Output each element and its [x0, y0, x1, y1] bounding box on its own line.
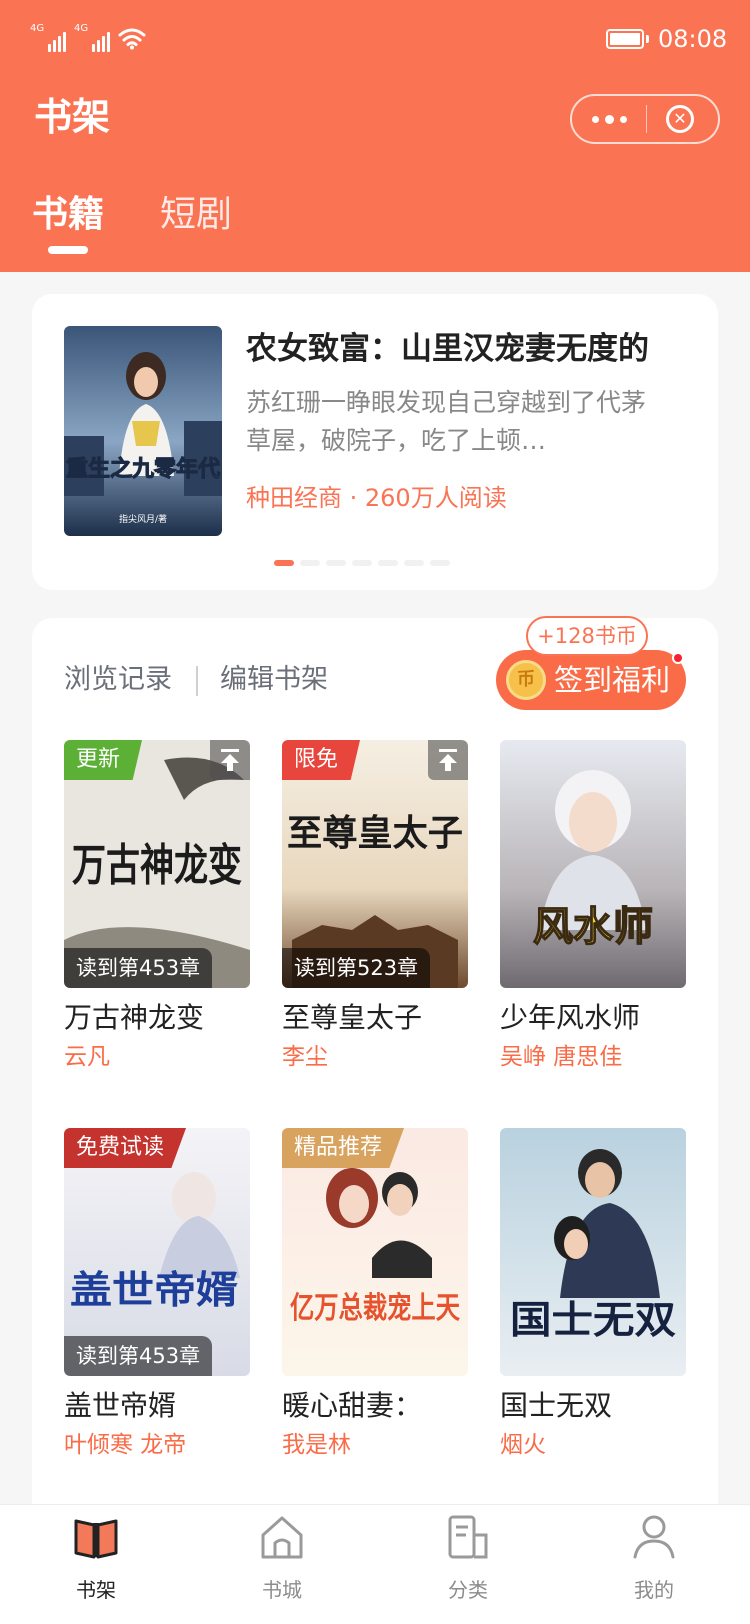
reading-progress: 读到第453章	[64, 948, 213, 988]
tabbar-item-bookstore[interactable]: 书城	[222, 1505, 342, 1624]
cover-text: 盖世帝婿	[70, 1267, 238, 1312]
book-author: 叶倾寒 龙帝	[64, 1432, 187, 1458]
category-icon	[448, 1515, 488, 1559]
network-type-label: 4G	[74, 23, 89, 34]
capsule-divider	[646, 105, 647, 133]
battery-icon	[606, 29, 644, 49]
pagination-dot	[300, 560, 320, 566]
tabbar-item-bookshelf[interactable]: 书架	[36, 1505, 156, 1624]
tabbar-item-category[interactable]: 分类	[408, 1505, 528, 1624]
reading-progress: 读到第453章	[64, 1336, 213, 1376]
banner-cover-author: 指尖风月/著	[119, 513, 167, 525]
tabbar-label: 分类	[448, 1578, 488, 1602]
book-cover[interactable]: 万古神龙变 更新 读到第453章	[64, 740, 250, 988]
pin-top-icon[interactable]	[210, 740, 250, 780]
browse-history-link[interactable]: 浏览记录	[64, 660, 172, 700]
book-title[interactable]: 万古神龙变	[64, 998, 204, 1038]
more-button[interactable]	[572, 96, 646, 142]
tabbar-label: 书架	[76, 1578, 116, 1602]
tab-indicator	[48, 246, 88, 254]
pagination-dot	[378, 560, 398, 566]
banner-book-cover[interactable]: 重生之九零年代 指尖风月/著	[64, 326, 222, 536]
book-author: 烟火	[500, 1432, 546, 1458]
pagination-dot	[326, 560, 346, 566]
tab-books[interactable]: 书籍	[32, 190, 104, 240]
home-icon	[261, 1516, 303, 1559]
book-title[interactable]: 暖心甜妻：	[282, 1386, 422, 1426]
banner-title[interactable]: 农女致富：山里汉宠妻无度的	[246, 326, 649, 372]
book-title[interactable]: 盖世帝婿	[64, 1386, 176, 1426]
book-open-icon	[74, 1519, 118, 1559]
update-badge: 更新	[64, 740, 143, 780]
book-cover[interactable]: 至尊皇太子 限免 读到第523章	[282, 740, 468, 988]
battery-tip	[646, 35, 649, 43]
user-icon	[633, 1515, 675, 1559]
tabbar-label: 书城	[262, 1578, 302, 1602]
book-author: 我是林	[282, 1432, 351, 1458]
pagination-dot	[352, 560, 372, 566]
bottom-tab-bar: 书架 书城 分类 我的	[0, 1504, 750, 1624]
book-title[interactable]: 少年风水师	[500, 998, 640, 1038]
cover-text: 风水师	[533, 904, 653, 950]
book-cover[interactable]: 风水师	[500, 740, 686, 988]
more-dot	[604, 114, 614, 124]
book-author: 云凡	[64, 1044, 110, 1070]
cover-text: 国士无双	[510, 1298, 676, 1342]
banner-pagination	[274, 560, 450, 566]
cover-text: 至尊皇太子	[287, 812, 463, 854]
page-title: 书架	[34, 95, 111, 139]
close-icon[interactable]: ✕	[666, 105, 694, 133]
status-bar: 4G 4G 08:08	[0, 0, 750, 80]
notification-dot	[672, 652, 684, 664]
book-author: 李尘	[282, 1044, 328, 1070]
link-divider	[196, 666, 198, 696]
tabbar-label: 我的	[634, 1578, 674, 1602]
book-cover[interactable]: 亿万总裁宠上天 精品推荐	[282, 1128, 468, 1376]
free-trial-badge: 免费试读	[64, 1128, 187, 1168]
banner-meta: 种田经商 · 260万人阅读	[246, 484, 507, 512]
header: 4G 4G 08:08 书架 ✕ 书籍 短剧	[0, 0, 750, 272]
signal-icon: 4G	[74, 23, 111, 52]
tabbar-item-profile[interactable]: 我的	[594, 1505, 714, 1624]
pagination-dot	[430, 560, 450, 566]
pin-top-icon[interactable]	[428, 740, 468, 780]
pagination-dot	[404, 560, 424, 566]
featured-badge: 精品推荐	[282, 1128, 405, 1168]
free-limited-badge: 限免	[282, 740, 361, 780]
book-cover[interactable]: 盖世帝婿 免费试读 读到第453章	[64, 1128, 250, 1376]
more-dot	[619, 115, 627, 123]
more-dot	[591, 115, 599, 123]
cover-text: 亿万总裁宠上天	[290, 1291, 460, 1326]
banner-cover-title: 重生之九零年代	[66, 456, 220, 482]
book-author: 吴峥 唐思佳	[500, 1044, 623, 1070]
book-cover[interactable]: 国士无双	[500, 1128, 686, 1376]
book-title[interactable]: 国士无双	[500, 1386, 612, 1426]
book-title[interactable]: 至尊皇太子	[282, 998, 422, 1038]
banner-description: 苏红珊一睁眼发现自己穿越到了代茅草屋，破院子，吃了上顿…	[246, 388, 647, 455]
signin-rewards-button[interactable]: 币 签到福利	[496, 650, 686, 710]
wifi-icon	[118, 28, 146, 50]
mini-program-capsule: ✕	[570, 94, 720, 144]
cover-text: 万古神龙变	[72, 840, 242, 891]
tab-short-drama[interactable]: 短剧	[160, 190, 232, 240]
network-type-label: 4G	[30, 23, 45, 34]
signal-icon: 4G	[30, 23, 67, 52]
signin-label: 签到福利	[554, 663, 671, 697]
reading-progress: 读到第523章	[282, 948, 431, 988]
coin-bonus-bubble: +128书币	[526, 616, 648, 656]
coin-icon: 币	[506, 660, 546, 700]
edit-shelf-link[interactable]: 编辑书架	[220, 660, 328, 700]
clock: 08:08	[658, 25, 728, 53]
pagination-dot	[274, 560, 294, 566]
